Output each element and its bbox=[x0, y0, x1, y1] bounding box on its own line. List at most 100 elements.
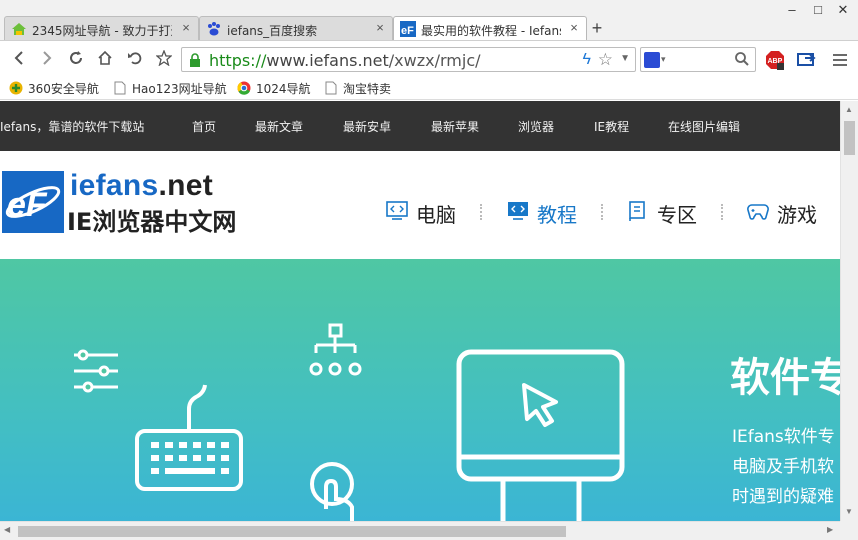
site-logo-mark[interactable]: eF bbox=[2, 171, 64, 233]
chevron-down-icon[interactable]: ▾ bbox=[661, 54, 666, 65]
search-box[interactable]: ▾ bbox=[640, 47, 756, 72]
bookmark-1024[interactable]: 1024导航 bbox=[237, 80, 311, 96]
reload-icon bbox=[70, 51, 82, 64]
keyboard-icon bbox=[135, 384, 243, 491]
arrow-left-icon bbox=[14, 51, 23, 65]
search-engine-icon[interactable] bbox=[644, 52, 660, 68]
scroll-up-icon[interactable]: ▲ bbox=[845, 105, 853, 114]
adblock-icon[interactable]: ABP bbox=[765, 50, 785, 70]
site-tagline: Iefans，靠谱的软件下载站 bbox=[0, 120, 145, 134]
back-button[interactable] bbox=[9, 50, 29, 70]
monitor-cursor-icon bbox=[456, 349, 625, 521]
category-divider bbox=[721, 204, 724, 220]
banner-illustration bbox=[74, 323, 625, 521]
bookmark-360[interactable]: 360安全导航 bbox=[9, 80, 99, 96]
nav-link-browser[interactable]: 浏览器 bbox=[518, 118, 554, 135]
banner-text-line: IEfans软件专 bbox=[732, 427, 835, 447]
tab-2345[interactable]: 2345网址导航 - 致力于打造 × bbox=[4, 16, 199, 40]
banner-title: 软件专 bbox=[730, 355, 840, 401]
page-icon bbox=[325, 81, 337, 95]
undo-icon bbox=[128, 52, 142, 65]
close-icon[interactable]: × bbox=[180, 20, 192, 35]
favorite-button[interactable] bbox=[154, 49, 174, 70]
site-top-nav: Iefans，靠谱的软件下载站 首页 最新文章 最新安卓 最新苹果 浏览器 IE… bbox=[0, 101, 840, 151]
nav-link-home[interactable]: 首页 bbox=[192, 118, 216, 135]
logo-text-blue: iefans bbox=[70, 169, 159, 202]
category-label: 专区 bbox=[657, 203, 697, 227]
lightning-icon[interactable]: ϟ bbox=[583, 51, 591, 69]
star-icon bbox=[155, 49, 173, 67]
horizontal-scrollbar[interactable]: ◀ ▶ bbox=[0, 521, 840, 540]
nav-link-apple[interactable]: 最新苹果 bbox=[431, 118, 479, 135]
logo-text-dark: .net bbox=[158, 169, 214, 202]
nav-link-photo-editor[interactable]: 在线图片编辑 bbox=[668, 118, 740, 135]
scroll-right-icon[interactable]: ▶ bbox=[827, 525, 833, 534]
home-icon bbox=[98, 50, 112, 65]
home-button[interactable] bbox=[95, 50, 115, 70]
category-divider bbox=[480, 204, 483, 220]
nav-link-latest[interactable]: 最新文章 bbox=[255, 118, 303, 135]
address-bar[interactable]: https://www.iefans.net/xwzx/rmjc/ ϟ ☆ ▼ bbox=[181, 47, 636, 72]
tab-title: 2345网址导航 - 致力于打造 bbox=[32, 24, 172, 38]
category-label: 游戏 bbox=[777, 203, 817, 227]
bookmark-label: 1024导航 bbox=[256, 82, 311, 96]
scroll-down-icon[interactable]: ▼ bbox=[845, 507, 853, 516]
reload-button[interactable] bbox=[66, 50, 86, 70]
category-label: 电脑 bbox=[416, 203, 456, 227]
house-icon bbox=[12, 23, 26, 35]
bookmark-taobao[interactable]: 淘宝特卖 bbox=[324, 80, 391, 96]
close-window-button[interactable]: ✕ bbox=[833, 2, 853, 18]
url-text: https://www.iefans.net/xwzx/rmjc/ bbox=[209, 51, 481, 70]
sliders-icon bbox=[74, 349, 118, 393]
vertical-scrollbar[interactable]: ▲ ▼ bbox=[840, 101, 858, 521]
site-logo-text[interactable]: iefans.net bbox=[70, 169, 213, 203]
bookmark-label: 淘宝特卖 bbox=[343, 82, 392, 96]
tab-iefans[interactable]: eF 最实用的软件教程 - Iefans × bbox=[393, 16, 587, 41]
touch-icon bbox=[310, 462, 354, 521]
book-icon bbox=[629, 201, 645, 221]
url-scheme: https:// bbox=[209, 51, 267, 70]
hero-banner[interactable]: 软件专 IEfans软件专 电脑及手机软 时遇到的疑难 bbox=[0, 259, 840, 521]
chevron-down-icon[interactable]: ▼ bbox=[620, 53, 630, 64]
site-header: eF iefans.net IE浏览器中文网 电脑 教程 专区 游戏 bbox=[0, 151, 840, 259]
tab-title: 最实用的软件教程 - Iefans bbox=[421, 24, 561, 38]
chrome-icon bbox=[237, 81, 251, 95]
ie-logo-icon: eF bbox=[5, 186, 61, 224]
screen-share-icon[interactable] bbox=[797, 50, 817, 70]
svg-text:eF: eF bbox=[401, 25, 414, 37]
bookmark-star-icon[interactable]: ☆ bbox=[598, 50, 613, 70]
bookmarks-bar: 360安全导航 Hao123网址导航 1024导航 淘宝特卖 bbox=[0, 76, 858, 100]
new-tab-button[interactable]: + bbox=[589, 18, 605, 38]
logo-mark-text: eF bbox=[7, 186, 48, 224]
monitor-code-icon bbox=[386, 201, 408, 220]
site-logo-subtitle: IE浏览器中文网 bbox=[67, 208, 237, 236]
ef-icon: eF bbox=[400, 21, 416, 37]
banner-text-line: 时遇到的疑难 bbox=[732, 487, 834, 507]
tab-baidu[interactable]: iefans_百度搜索 × bbox=[199, 16, 393, 40]
close-icon[interactable]: × bbox=[568, 20, 580, 35]
forward-button[interactable] bbox=[37, 50, 57, 70]
tab-strip: 2345网址导航 - 致力于打造 × iefans_百度搜索 × eF 最实用的… bbox=[0, 0, 858, 41]
category-label: 教程 bbox=[537, 203, 577, 227]
plus-circle-icon bbox=[9, 81, 23, 95]
gamepad-icon bbox=[747, 204, 769, 220]
scroll-left-icon[interactable]: ◀ bbox=[4, 525, 10, 534]
scrollbar-thumb[interactable] bbox=[844, 121, 855, 155]
scrollbar-thumb[interactable] bbox=[18, 526, 566, 537]
close-icon[interactable]: × bbox=[374, 20, 386, 35]
category-divider bbox=[601, 204, 604, 220]
search-icon[interactable] bbox=[734, 51, 750, 67]
url-path: /xwzx/rmjc/ bbox=[388, 51, 481, 70]
page-viewport: Iefans，靠谱的软件下载站 首页 最新文章 最新安卓 最新苹果 浏览器 IE… bbox=[0, 101, 840, 521]
bookmark-hao123[interactable]: Hao123网址导航 bbox=[113, 80, 227, 96]
nav-link-android[interactable]: 最新安卓 bbox=[343, 118, 391, 135]
undo-close-button[interactable] bbox=[125, 50, 145, 70]
monitor-code-icon bbox=[508, 202, 528, 220]
maximize-button[interactable]: □ bbox=[808, 2, 828, 18]
menu-icon[interactable] bbox=[830, 50, 850, 70]
nav-link-ie[interactable]: IE教程 bbox=[594, 118, 629, 135]
paw-icon bbox=[208, 22, 220, 36]
sitemap-icon bbox=[309, 323, 362, 376]
bookmark-label: Hao123网址导航 bbox=[132, 82, 227, 96]
minimize-button[interactable]: – bbox=[782, 2, 802, 18]
